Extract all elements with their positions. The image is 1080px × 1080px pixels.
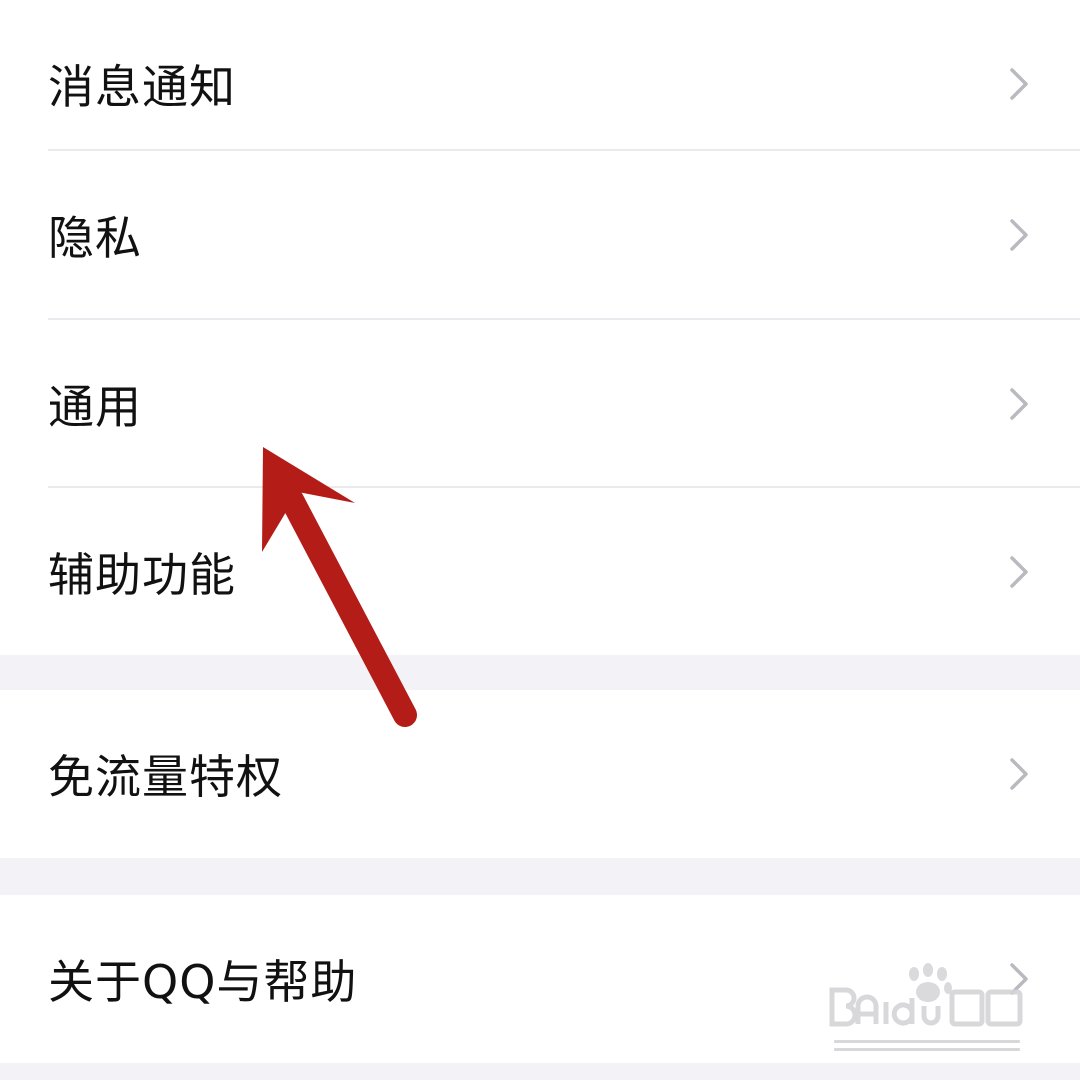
settings-screen: 消息通知 隐私 通用 辅助功能 免流量特权 关于QQ与帮助 [0,0,1080,1080]
row-label-general: 通用 [48,380,142,434]
chevron-right-icon [1010,68,1028,100]
row-label-accessibility: 辅助功能 [48,548,236,602]
chevron-right-icon [1010,388,1028,420]
chevron-right-icon [1010,219,1028,251]
settings-group-data: 免流量特权 [0,690,1080,858]
settings-row-free-data[interactable]: 免流量特权 [0,690,1080,858]
settings-row-notifications[interactable]: 消息通知 [0,0,1080,168]
settings-group-about: 关于QQ与帮助 [0,895,1080,1063]
chevron-right-icon [1010,556,1028,588]
settings-group-main: 消息通知 隐私 通用 辅助功能 [0,0,1080,655]
settings-row-accessibility[interactable]: 辅助功能 [0,488,1080,656]
settings-row-about-help[interactable]: 关于QQ与帮助 [0,895,1080,1063]
row-label-about-help: 关于QQ与帮助 [48,955,358,1009]
settings-row-privacy[interactable]: 隐私 [0,151,1080,319]
chevron-right-icon [1010,758,1028,790]
row-label-privacy: 隐私 [48,211,142,265]
chevron-right-icon [1010,963,1028,995]
row-label-notifications: 消息通知 [48,60,236,114]
settings-row-general[interactable]: 通用 [0,320,1080,488]
row-label-free-data: 免流量特权 [48,750,283,804]
